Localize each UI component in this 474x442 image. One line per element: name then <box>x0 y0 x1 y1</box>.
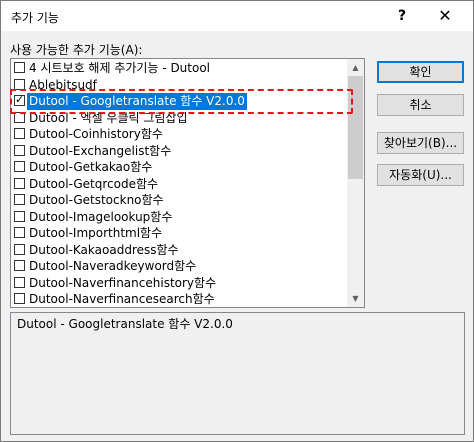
addin-label: Dutool-Importhtml함수 <box>29 226 163 240</box>
available-addins-label: 사용 가능한 추가 기능(A): <box>10 43 143 57</box>
cancel-button[interactable]: 취소 <box>377 94 464 116</box>
addin-item[interactable]: Ablebitsudf <box>11 77 347 94</box>
ok-button[interactable]: 확인 <box>377 61 464 83</box>
addin-checkbox[interactable] <box>14 78 25 90</box>
scroll-up-arrow-icon[interactable]: ▲ <box>347 59 364 76</box>
addin-checkbox[interactable]: ✓ <box>14 93 25 106</box>
addin-label: Dutool-Naverfinancehistory함수 <box>29 275 217 290</box>
addins-listbox[interactable]: 4 시트보호 해제 추가기능 - Dutool Ablebitsudf ✓ Dutoo… <box>10 58 365 308</box>
addin-checkbox[interactable] <box>14 227 25 238</box>
addin-item[interactable]: 4 시트보호 해제 추가기능 - Dutool <box>11 60 347 77</box>
addin-label: Dutool-Kakaoaddress함수 <box>29 242 179 257</box>
scroll-thumb[interactable] <box>348 76 363 179</box>
addin-label: Dutool-Getkakao함수 <box>29 160 153 174</box>
close-button[interactable]: ✕ <box>425 3 465 29</box>
browse-button[interactable]: 찾아보기(B)... <box>377 132 464 154</box>
addin-label: Dutool-Coinhistory함수 <box>29 127 163 141</box>
addin-checkbox[interactable] <box>14 111 25 123</box>
addin-item[interactable]: Dutool-Naverfinancehistory함수 <box>11 275 347 292</box>
addin-checkbox[interactable] <box>14 128 25 139</box>
addin-item[interactable]: Dutool-Importhtml함수 <box>11 225 347 242</box>
addin-item[interactable]: Dutool-Naveradkeyword함수 <box>11 258 347 275</box>
addin-item[interactable]: Dutool-Coinhistory함수 <box>11 126 347 143</box>
addin-checkbox[interactable] <box>14 260 25 271</box>
addin-label: Dutool - 엑셀 우클릭 그림삽입 <box>29 110 188 125</box>
addin-checkbox[interactable] <box>14 161 25 172</box>
description-box: Dutool - Googletranslate 함수 V2.0.0 <box>10 312 465 435</box>
title-bar: 추가 기능 ? ✕ <box>1 1 473 31</box>
add-ins-dialog: 추가 기능 ? ✕ 사용 가능한 추가 기능(A): 4 시트보호 해제 추가기… <box>0 0 474 442</box>
addin-checkbox[interactable] <box>14 243 25 255</box>
addin-item[interactable]: ✓ Dutool - Googletranslate 함수 V2.0.0 <box>11 93 347 110</box>
vertical-scrollbar[interactable]: ▲ ▼ <box>347 59 364 307</box>
automation-button[interactable]: 자동화(U)... <box>377 164 464 186</box>
description-text: Dutool - Googletranslate 함수 V2.0.0 <box>17 317 233 331</box>
addin-label: Dutool-Navertopsearch함수 <box>29 308 190 309</box>
addin-item[interactable]: Dutool-Getstockno함수 <box>11 192 347 209</box>
addin-item[interactable]: Dutool - 엑셀 우클릭 그림삽입 <box>11 110 347 127</box>
addin-label: Dutool-Exchangelist함수 <box>29 143 172 158</box>
addin-checkbox[interactable] <box>14 293 25 304</box>
addin-checkbox[interactable] <box>14 210 25 222</box>
addin-item[interactable]: Dutool-Naverfinancesearch함수 <box>11 291 347 307</box>
addin-label: Dutool-Imagelookup함수 <box>29 209 173 224</box>
addin-label: 4 시트보호 해제 추가기능 - Dutool <box>29 61 211 75</box>
addin-checkbox[interactable] <box>14 194 25 205</box>
addin-item[interactable]: Dutool-Kakaoaddress함수 <box>11 242 347 259</box>
scroll-down-arrow-icon[interactable]: ▼ <box>347 290 364 307</box>
addin-checkbox[interactable] <box>14 62 25 73</box>
addin-label: Dutool - Googletranslate 함수 V2.0.0 <box>27 93 247 110</box>
addin-item[interactable]: Dutool-Imagelookup함수 <box>11 209 347 226</box>
addin-checkbox[interactable] <box>14 144 25 156</box>
addin-item[interactable]: Dutool-Exchangelist함수 <box>11 143 347 160</box>
addin-checkbox[interactable] <box>14 177 25 189</box>
checkmark-icon: ✓ <box>15 93 25 106</box>
addin-label: Dutool-Getqrcode함수 <box>29 176 159 191</box>
addin-item[interactable]: Dutool-Getkakao함수 <box>11 159 347 176</box>
addin-label: Ablebitsudf <box>29 77 97 92</box>
addin-item[interactable]: Dutool-Navertopsearch함수 <box>11 308 347 309</box>
addin-label: Dutool-Naverfinancesearch함수 <box>29 292 215 306</box>
addin-item[interactable]: Dutool-Getqrcode함수 <box>11 176 347 193</box>
addin-label: Dutool-Getstockno함수 <box>29 193 164 207</box>
help-button[interactable]: ? <box>385 3 419 29</box>
addin-checkbox[interactable] <box>14 276 25 288</box>
dialog-title: 추가 기능 <box>11 11 59 25</box>
addin-label: Dutool-Naveradkeyword함수 <box>29 259 197 273</box>
addins-list: 4 시트보호 해제 추가기능 - Dutool Ablebitsudf ✓ Dutoo… <box>11 60 347 309</box>
